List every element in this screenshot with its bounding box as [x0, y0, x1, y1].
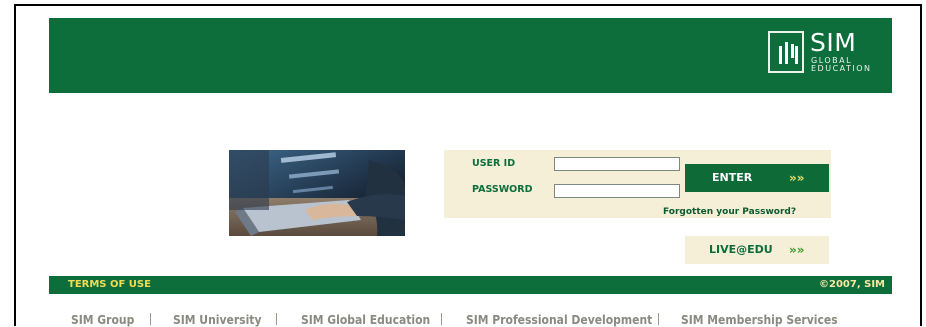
double-chevron-right-icon: »» — [789, 243, 805, 257]
footer-link-sim-global-education[interactable]: SIM Global Education — [301, 313, 430, 327]
password-input[interactable] — [554, 184, 680, 198]
user-id-input[interactable] — [554, 157, 680, 171]
enter-button-label: ENTER — [712, 171, 753, 184]
footer-link-sim-membership-services[interactable]: SIM Membership Services — [681, 313, 838, 327]
logo-subtitle: GLOBAL EDUCATION — [811, 57, 872, 73]
password-label: PASSWORD — [472, 184, 533, 195]
footer-link-separator — [276, 313, 277, 325]
logo-name: SIM — [810, 28, 857, 57]
footer-link-sim-university[interactable]: SIM University — [173, 313, 261, 327]
enter-button[interactable]: ENTER »» — [685, 164, 829, 192]
logo-subtitle-line2: EDUCATION — [811, 64, 872, 73]
copyright-text: ©2007, SIM — [819, 279, 885, 290]
page-frame-right — [920, 4, 922, 326]
footer-nav: SIM Group SIM University SIM Global Educ… — [0, 313, 926, 327]
sim-global-education-logo: SIM GLOBAL EDUCATION — [768, 28, 870, 77]
footer-link-separator — [150, 313, 151, 325]
footer-link-sim-group[interactable]: SIM Group — [71, 313, 134, 327]
sim-logo-mark-icon — [768, 31, 804, 73]
live-edu-label: LIVE@EDU — [709, 243, 773, 256]
page-frame-left — [14, 4, 16, 326]
footer-link-separator — [658, 313, 659, 325]
user-id-label: USER ID — [472, 158, 516, 169]
live-edu-button[interactable]: LIVE@EDU »» — [685, 236, 829, 264]
double-chevron-right-icon: »» — [789, 171, 805, 185]
laptop-photo — [229, 150, 405, 236]
footer-bar — [49, 276, 892, 294]
laptop-photo-image — [229, 150, 405, 236]
footer-link-sim-professional-development[interactable]: SIM Professional Development — [466, 313, 652, 327]
footer-link-separator — [441, 313, 442, 325]
page-frame-top — [14, 4, 922, 6]
forgot-password-link[interactable]: Forgotten your Password? — [663, 207, 796, 217]
terms-of-use-link[interactable]: TERMS OF USE — [68, 279, 151, 290]
header-banner — [49, 18, 892, 93]
